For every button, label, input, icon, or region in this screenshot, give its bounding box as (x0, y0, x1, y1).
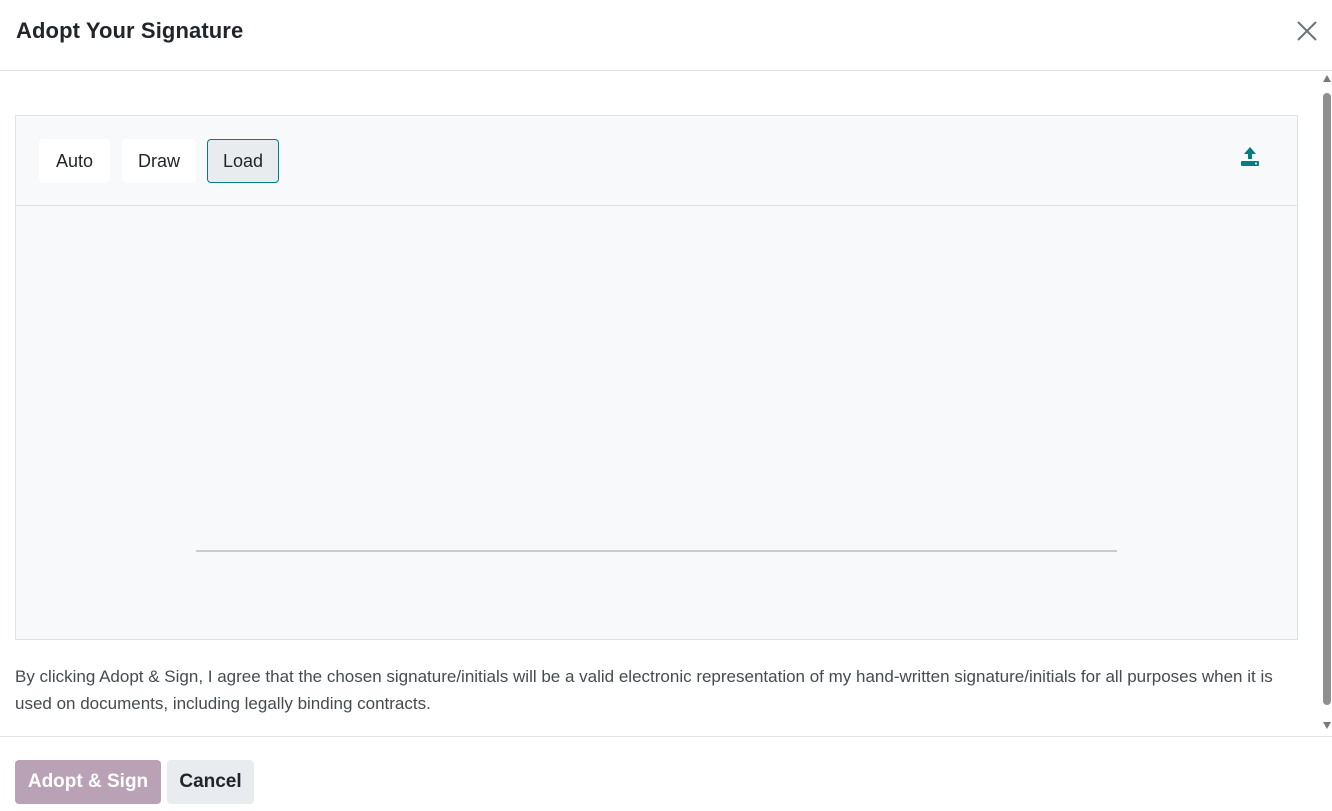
signature-widget: Auto Draw Load (15, 115, 1298, 640)
signature-mode-toolbar: Auto Draw Load (16, 116, 1297, 206)
scrollbar-thumb[interactable] (1323, 93, 1331, 705)
mode-auto-button[interactable]: Auto (39, 139, 110, 183)
mode-draw-button[interactable]: Draw (122, 139, 196, 183)
mode-load-button[interactable]: Load (207, 139, 279, 183)
dialog-header: Adopt Your Signature (0, 0, 1332, 71)
signature-baseline (196, 550, 1117, 552)
upload-icon (1241, 147, 1259, 166)
signature-canvas[interactable] (16, 207, 1297, 639)
scroll-up-arrow-icon[interactable] (1323, 75, 1331, 82)
dialog-title: Adopt Your Signature (16, 18, 244, 43)
close-icon (1297, 21, 1317, 41)
scroll-down-arrow-icon[interactable] (1323, 722, 1331, 729)
dialog-footer: Adopt & Sign Cancel (0, 736, 1332, 811)
cancel-button[interactable]: Cancel (167, 760, 254, 804)
close-button[interactable] (1292, 16, 1322, 46)
upload-button[interactable] (1238, 145, 1262, 169)
adopt-sign-button[interactable]: Adopt & Sign (15, 760, 161, 804)
adopt-signature-dialog: Adopt Your Signature Auto Draw Load By c… (0, 0, 1332, 811)
scrollbar[interactable] (1320, 71, 1332, 736)
legal-disclaimer: By clicking Adopt & Sign, I agree that t… (15, 667, 1273, 713)
